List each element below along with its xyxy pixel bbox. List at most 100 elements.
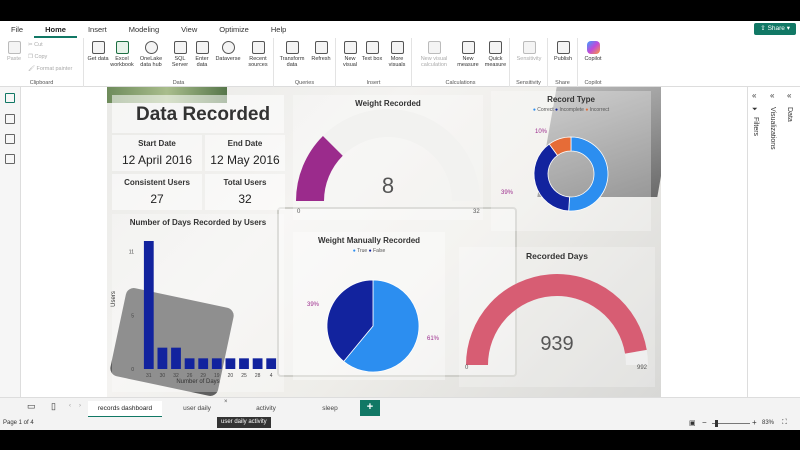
zoom-level: 83% [762,420,775,426]
mobile-layout-icon[interactable]: ▯ [51,401,56,412]
visuals-icon [390,41,404,54]
insert-group-label: Insert [366,80,381,86]
data-pane-label[interactable]: Data [786,107,793,122]
status-bar: Page 1 of 4 ▣ − + 83% ⛶ [0,417,800,430]
new-visual-calculation-button[interactable]: New visual calculation [414,41,454,68]
total-users-card: Total Users 32 [205,174,285,210]
excel-button[interactable]: Excel workbook [109,41,135,68]
prev-page-icon[interactable]: ‹ [69,403,71,409]
dataverse-icon [221,41,235,54]
paste-button[interactable]: Paste [4,41,24,62]
bar-31[interactable] [143,241,154,369]
weight-gauge-card: Weight Recorded 8 0 32 [293,95,483,220]
publish-label: Publish [553,56,573,62]
zoom-in-icon[interactable]: + [752,418,757,427]
zoom-slider-handle[interactable] [715,420,718,427]
more-visuals-button[interactable]: More visuals [383,41,411,68]
bar-28[interactable] [252,358,263,369]
fit-page-icon[interactable]: ▣ [689,419,696,427]
bar-30[interactable] [157,347,168,369]
bar-4[interactable] [266,358,277,369]
menu-insert[interactable]: Insert [77,21,118,38]
add-page-button[interactable]: + [360,400,380,416]
collapse-visualizations-icon[interactable]: « [770,91,774,100]
tab-activity-dashboard[interactable]: activity dashboard [232,401,300,427]
collapse-data-icon[interactable]: « [787,91,791,100]
page-tab-bar: ▭ ▯ ‹ › records dashboard user daily act… [0,397,800,427]
copilot-button[interactable]: Copilot [580,41,606,62]
tab-sleep-records[interactable]: sleep records [302,401,358,427]
cut-button[interactable]: ✂ Cut [28,42,43,48]
get-data-button[interactable]: Get data [87,41,109,62]
bar-20[interactable] [225,358,236,369]
menu-view[interactable]: View [170,21,208,38]
refresh-button[interactable]: Refresh [308,41,334,62]
onelake-label: OneLake data hub [139,56,163,68]
transform-data-button[interactable]: Transform data [277,41,307,68]
weight-gauge-svg [296,109,480,202]
onelake-button[interactable]: OneLake data hub [137,41,165,68]
filters-pane-label[interactable]: Filters [752,117,759,136]
text-box-button[interactable]: Text box [361,41,383,62]
copy-button[interactable]: ❐ Copy [28,54,47,60]
menu-optimize[interactable]: Optimize [208,21,260,38]
manual-weight-label-right: 61% [427,336,440,342]
menu-help[interactable]: Help [260,21,297,38]
record-type-card: Record Type ● Correct ● Incomplete ● Inc… [491,91,651,231]
recorded-days-value: 939 [540,333,574,355]
view-switcher [0,87,21,397]
new-visual-button[interactable]: New visual [339,41,361,68]
table-view-icon[interactable] [5,114,15,124]
weight-gauge-title: Weight Recorded [355,99,421,108]
share-button[interactable]: ⇪ Share ▾ [754,23,796,35]
record-type-legend: ● Correct ● Incomplete ● Incorrect [532,107,610,113]
bar-29[interactable] [198,358,209,369]
end-date-card: End Date 12 May 2016 [205,135,285,171]
bar-19[interactable] [211,358,222,369]
manual-weight-pie [326,279,420,373]
slice-correct[interactable] [568,136,609,212]
collapse-filters-icon[interactable]: « [752,91,756,100]
calculator-icon [427,41,441,54]
zoom-out-icon[interactable]: − [702,418,707,427]
dataverse-button[interactable]: Dataverse [213,41,243,62]
sql-server-button[interactable]: SQL Server [169,41,191,68]
bar-32[interactable] [171,347,181,369]
quick-measure-button[interactable]: Quick measure [482,41,509,68]
sensitivity-button[interactable]: Sensitivity [513,41,545,62]
legend-incomplete: Incomplete [559,107,584,113]
format-painter-button[interactable]: 🖌 Format painter [28,66,72,72]
next-page-icon[interactable]: › [79,403,81,409]
sql-icon [173,41,187,54]
manual-weight-legend: ● True ● False [352,248,386,254]
menu-home[interactable]: Home [34,21,77,38]
days-chart-xlabel: Number of Days [176,379,220,385]
recorded-days-max: 992 [637,365,648,371]
model-view-icon[interactable] [5,134,15,144]
bar-26[interactable] [184,358,195,369]
start-date-label: Start Date [138,139,176,148]
enter-data-button[interactable]: Enter data [191,41,213,68]
fit-to-width-icon[interactable]: ⛶ [782,419,787,427]
recent-sources-button[interactable]: Recent sources [244,41,272,68]
tab-records-dashboard[interactable]: records dashboard [88,401,162,418]
new-measure-button[interactable]: New measure [454,41,482,68]
sensitivity-group: Sensitivity Sensitivity [510,38,548,87]
slice-incomplete[interactable] [533,143,570,212]
close-tab-icon[interactable]: × [224,399,228,405]
report-view-icon[interactable] [5,93,15,103]
publish-button[interactable]: Publish [550,41,576,62]
bar-25[interactable] [239,358,249,369]
menu-file[interactable]: File [0,21,34,38]
more-visuals-label: More visuals [388,56,406,68]
recorded-days-card: Recorded Days 939 0 992 [459,247,655,387]
new-visual-label: New visual [342,56,358,68]
weight-gauge-min: 0 [297,209,301,215]
tab-user-daily-activity[interactable]: user daily activity [164,401,230,427]
dax-query-view-icon[interactable] [5,154,15,164]
y-tick-label: 0 [131,367,134,373]
desktop-layout-icon[interactable]: ▭ [27,401,36,412]
visualizations-pane-label[interactable]: Visualizations [769,107,776,150]
menu-modeling[interactable]: Modeling [118,21,170,38]
days-chart-ylabel: Users [110,291,117,307]
